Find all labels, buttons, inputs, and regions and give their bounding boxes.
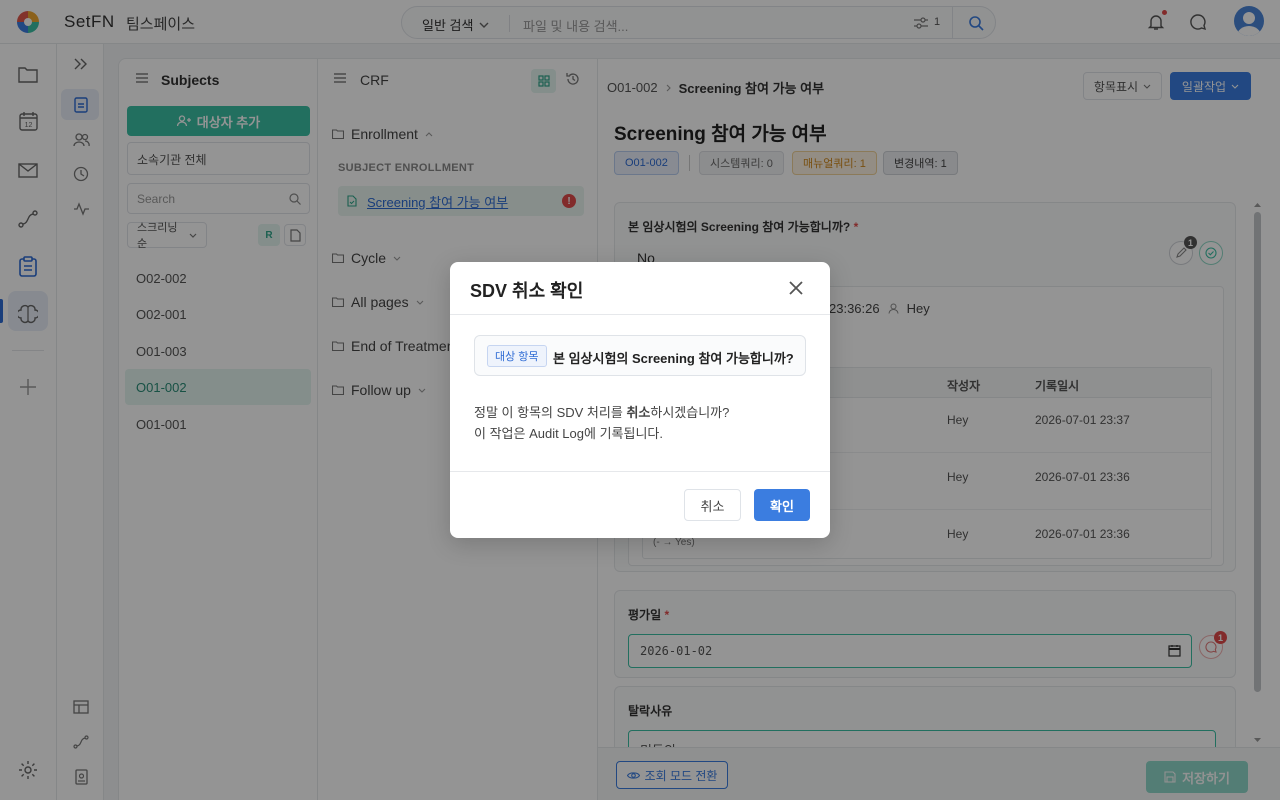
divider [450,471,830,472]
cancel-button[interactable]: 취소 [684,489,741,521]
dialog-title: SDV 취소 확인 [470,281,584,301]
message-text: 하시겠습니까? [650,405,730,420]
dialog-message: 정말 이 항목의 SDV 처리를 취소하시겠습니까? 이 작업은 Audit L… [474,402,729,444]
target-item-box: 대상 항목 본 임상시험의 Screening 참여 가능합니까? [474,335,806,376]
message-line-2: 이 작업은 Audit Log에 기록됩니다. [474,426,663,441]
target-item-text: 본 임상시험의 Screening 참여 가능합니까? [553,351,794,366]
target-item-tag: 대상 항목 [487,345,547,367]
sdv-cancel-dialog: SDV 취소 확인 대상 항목 본 임상시험의 Screening 참여 가능합… [450,262,830,538]
confirm-button[interactable]: 확인 [754,489,810,521]
divider [450,314,830,315]
close-icon[interactable] [786,278,806,298]
message-text: 정말 이 항목의 SDV 처리를 [474,405,627,420]
message-emphasis: 취소 [626,405,651,420]
